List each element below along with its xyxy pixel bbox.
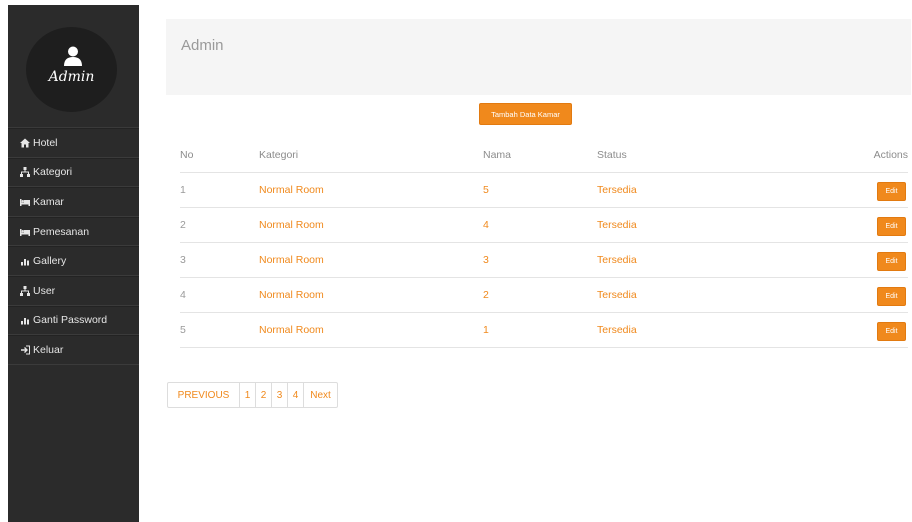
edit-button[interactable]: Edit: [877, 216, 906, 236]
column-header-kategori: Kategori: [259, 148, 299, 161]
sidebar-item-label: Gallery: [33, 255, 67, 268]
pagination: PREVIOUS 1 2 3 4 Next: [167, 382, 338, 408]
edit-button[interactable]: Edit: [877, 251, 906, 271]
cell-actions: Edit: [787, 171, 908, 207]
bed-icon: [19, 197, 30, 207]
sidebar-item-kategori[interactable]: Kategori: [8, 157, 139, 188]
sidebar-item-label: Pemesanan: [33, 225, 90, 238]
pagination-previous[interactable]: PREVIOUS: [168, 383, 240, 407]
bed-icon: [19, 227, 30, 237]
column-header-actions: Actions: [873, 148, 908, 161]
sidebar-item-pemesanan[interactable]: Pemesanan: [8, 216, 139, 247]
cell-no: 4: [180, 276, 259, 312]
sidebar-item-label: Ganti Password: [33, 314, 108, 327]
profile-name: Admin: [48, 69, 95, 85]
bar-chart-icon: [19, 256, 30, 266]
sidebar-item-kamar[interactable]: Kamar: [8, 187, 139, 217]
cell-kategori: Normal Room: [259, 171, 483, 207]
sidebar-item-label: Keluar: [33, 343, 64, 356]
cell-nama: 5: [483, 171, 597, 207]
profile-section: Admin: [8, 5, 139, 128]
table-row: 3 Normal Room 3 Tersedia Edit: [180, 241, 908, 277]
sidebar-item-label: Kamar: [33, 195, 64, 208]
cell-kategori: Normal Room: [259, 241, 483, 277]
cell-no: 3: [180, 241, 259, 277]
cell-actions: Edit: [787, 276, 908, 312]
cell-status: Tersedia: [597, 206, 787, 242]
sidebar-item-label: User: [33, 284, 56, 297]
sidebar-item-label: Hotel: [33, 136, 58, 149]
edit-button[interactable]: Edit: [877, 321, 906, 341]
cell-status: Tersedia: [597, 276, 787, 312]
table-row: 2 Normal Room 4 Tersedia Edit: [180, 206, 908, 242]
edit-button[interactable]: Edit: [877, 181, 906, 201]
pagination-page-4[interactable]: 4: [288, 383, 304, 407]
cell-nama: 2: [483, 276, 597, 312]
sitemap-icon: [19, 167, 30, 178]
cell-kategori: Normal Room: [259, 311, 483, 348]
cell-status: Tersedia: [597, 241, 787, 277]
pagination-page-1[interactable]: 1: [240, 383, 256, 407]
pagination-next[interactable]: Next: [304, 383, 337, 407]
cell-kategori: Normal Room: [259, 276, 483, 312]
sidebar-item-ganti-password[interactable]: Ganti Password: [8, 305, 139, 336]
sidebar-item-keluar[interactable]: Keluar: [8, 335, 139, 365]
sidebar-item-label: Kategori: [33, 166, 73, 179]
page-title: Admin: [181, 37, 224, 54]
cell-nama: 4: [483, 206, 597, 242]
sitemap-icon: [19, 285, 30, 296]
table-row: 1 Normal Room 5 Tersedia Edit: [180, 171, 908, 207]
pagination-page-3[interactable]: 3: [272, 383, 288, 407]
cell-status: Tersedia: [597, 171, 787, 207]
sidebar-item-hotel[interactable]: Hotel: [8, 128, 139, 158]
sidebar-item-user[interactable]: User: [8, 275, 139, 306]
add-kamar-button[interactable]: Tambah Data Kamar: [479, 103, 572, 125]
logout-icon: [19, 345, 30, 355]
kamar-table: No Kategori Nama Status Actions 1 Normal…: [180, 134, 908, 348]
page-header: Admin: [166, 19, 911, 95]
sidebar: Admin Hotel Kategori Kamar Pemesanan Gal…: [8, 5, 139, 522]
table-row: 5 Normal Room 1 Tersedia Edit: [180, 311, 908, 348]
bar-chart-icon: [19, 315, 30, 325]
sidebar-menu: Hotel Kategori Kamar Pemesanan Gallery U…: [8, 128, 139, 365]
cell-no: 2: [180, 206, 259, 242]
home-icon: [19, 138, 30, 148]
table-row: 4 Normal Room 2 Tersedia Edit: [180, 276, 908, 312]
cell-kategori: Normal Room: [259, 206, 483, 242]
cell-actions: Edit: [787, 241, 908, 277]
cell-nama: 1: [483, 311, 597, 348]
sidebar-item-gallery[interactable]: Gallery: [8, 246, 139, 276]
cell-no: 1: [180, 171, 259, 207]
user-icon: [64, 46, 82, 66]
table-header-row: No Kategori Nama Status Actions: [180, 134, 908, 172]
cell-no: 5: [180, 311, 259, 348]
cell-actions: Edit: [787, 206, 908, 242]
column-header-nama: Nama: [483, 148, 512, 161]
avatar: Admin: [26, 27, 117, 112]
edit-button[interactable]: Edit: [877, 286, 906, 306]
cell-nama: 3: [483, 241, 597, 277]
cell-actions: Edit: [787, 311, 908, 348]
pagination-page-2[interactable]: 2: [256, 383, 272, 407]
column-header-no: No: [180, 148, 194, 161]
column-header-status: Status: [597, 148, 627, 161]
cell-status: Tersedia: [597, 311, 787, 348]
